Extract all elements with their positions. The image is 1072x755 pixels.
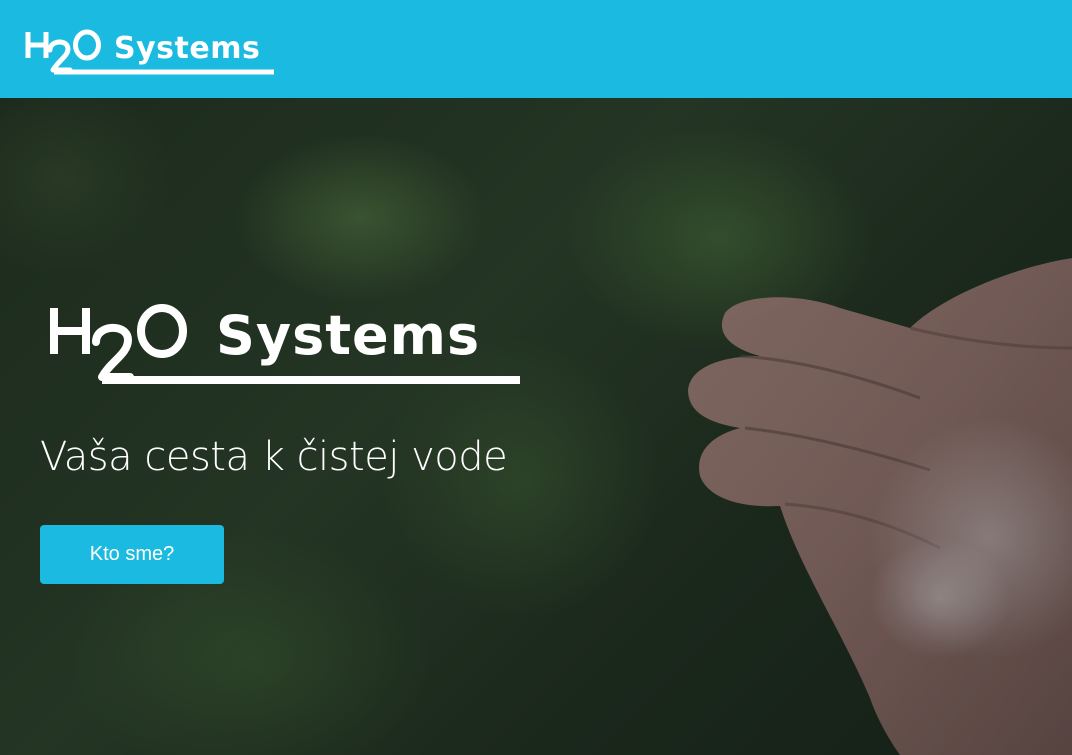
hands-holding-water-icon bbox=[688, 258, 1072, 755]
about-us-button[interactable]: Kto sme? bbox=[40, 525, 224, 584]
svg-text:Systems: Systems bbox=[216, 304, 480, 367]
hero-logo: Systems bbox=[50, 304, 520, 384]
hero-section: Systems Vaša cesta k čistej vode Kto sme… bbox=[0, 98, 1072, 755]
h2o-systems-logo[interactable]: Systems bbox=[24, 24, 280, 76]
svg-text:Systems: Systems bbox=[114, 31, 260, 66]
hero-tagline: Vaša cesta k čistej vode bbox=[40, 434, 508, 480]
site-header: Systems bbox=[0, 0, 1072, 98]
